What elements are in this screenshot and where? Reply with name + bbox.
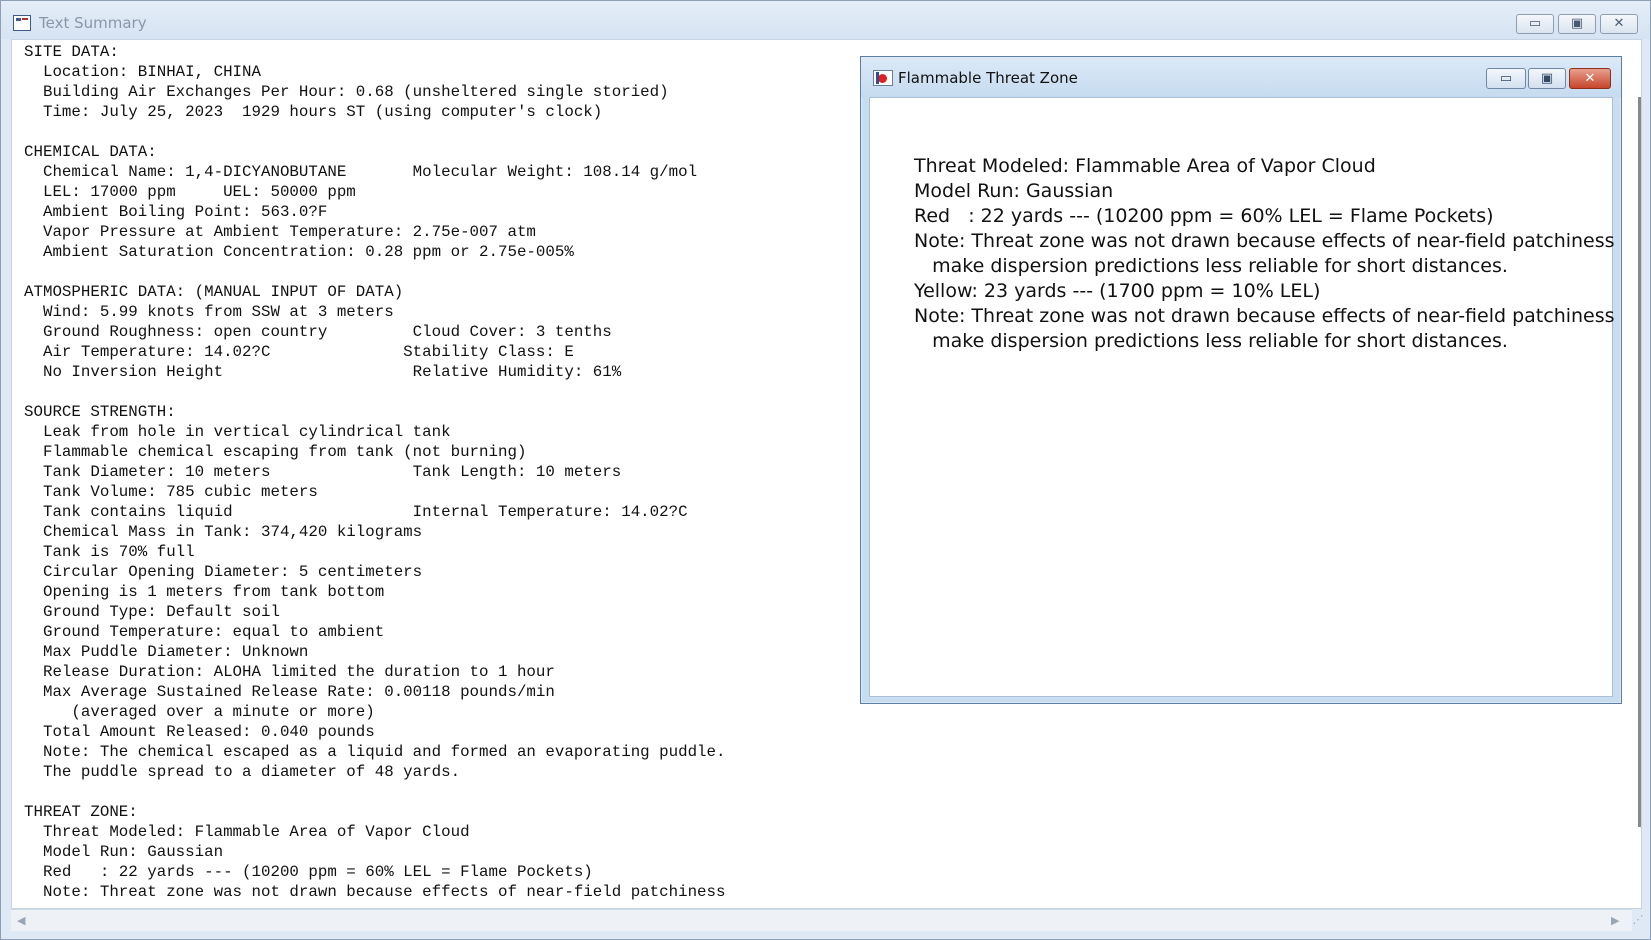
close-icon: ✕ [1584,71,1596,86]
app-icon[interactable] [13,15,31,31]
maximize-button[interactable]: ▣ [1558,14,1596,34]
threat-zone-text: Threat Modeled: Flammable Area of Vapor … [914,155,1615,352]
close-icon: ✕ [1613,16,1625,31]
threat-window-title: Flammable Threat Zone [898,69,1078,87]
close-button[interactable]: ✕ [1600,14,1638,34]
threat-minimize-button[interactable]: ▭ [1486,68,1526,89]
size-grip-icon[interactable]: ⋰ [1631,913,1645,927]
scroll-right-icon[interactable]: ▶ [1611,914,1619,927]
threat-close-button[interactable]: ✕ [1569,68,1611,89]
maximize-icon: ▣ [1540,71,1554,86]
threat-maximize-button[interactable]: ▣ [1528,68,1566,89]
maximize-icon: ▣ [1570,16,1584,31]
summary-text: SITE DATA: Location: BINHAI, CHINA Build… [24,43,726,901]
threat-zone-panel: Threat Modeled: Flammable Area of Vapor … [869,97,1615,697]
main-title-bar[interactable]: Text Summary ▭ ▣ ✕ [1,1,1650,39]
threat-title-bar[interactable]: Flammable Threat Zone ▭ ▣ ✕ [861,57,1621,97]
horizontal-scrollbar[interactable]: ◀ ▶ [11,909,1632,931]
minimize-icon: ▭ [1499,71,1513,86]
scroll-left-icon[interactable]: ◀ [17,914,25,927]
threat-zone-icon[interactable] [873,70,893,86]
vertical-scrollbar[interactable] [1638,97,1641,827]
window-title: Text Summary [39,14,147,32]
minimize-button[interactable]: ▭ [1516,14,1554,34]
minimize-icon: ▭ [1528,16,1542,31]
flammable-threat-zone-window: Flammable Threat Zone ▭ ▣ ✕ Threat Model… [860,56,1622,704]
